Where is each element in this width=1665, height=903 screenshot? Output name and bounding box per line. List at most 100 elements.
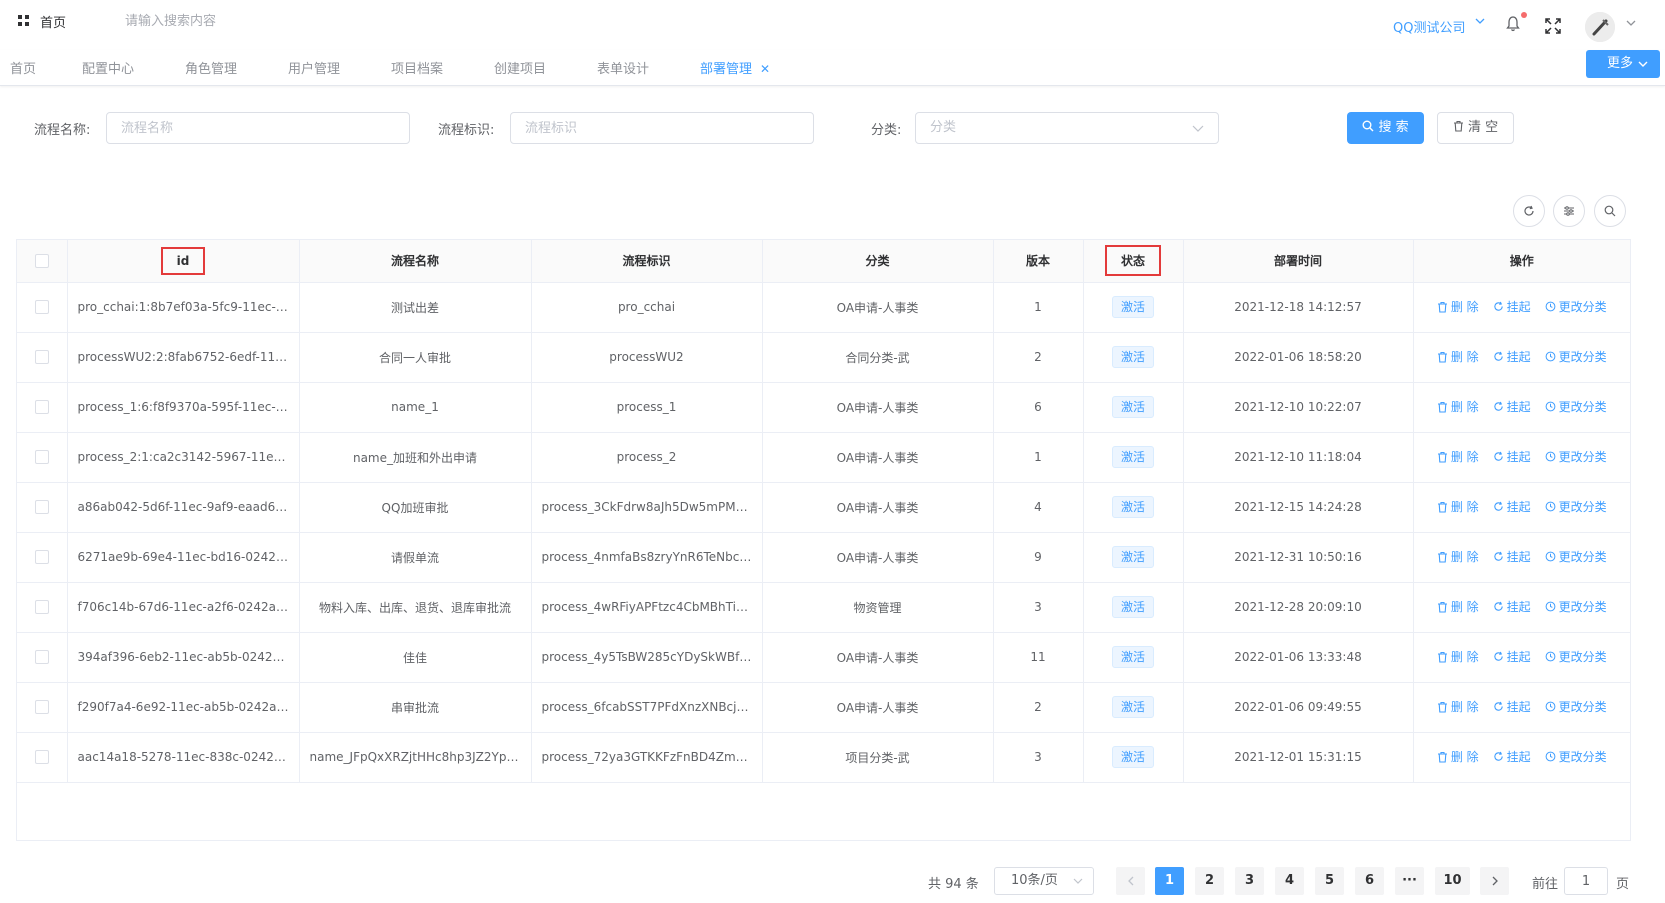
column-header-status[interactable]: 状态 (1083, 240, 1184, 283)
process-key-input[interactable] (510, 112, 814, 144)
refresh-icon (1493, 651, 1503, 661)
goto-page-input[interactable] (1564, 867, 1608, 895)
tab-form-design[interactable]: 表单设计 (597, 58, 649, 77)
cell-id: 394af396-6eb2-11ec-ab5b-0242ac... (67, 632, 300, 683)
suspend-button[interactable]: 挂起 (1493, 398, 1531, 415)
column-header-deploy-time[interactable]: 部署时间 (1183, 240, 1414, 283)
delete-button[interactable]: 删 除 (1437, 598, 1479, 615)
delete-button[interactable]: 删 除 (1437, 448, 1479, 465)
delete-button[interactable]: 删 除 (1437, 548, 1479, 565)
delete-button[interactable]: 删 除 (1437, 398, 1479, 415)
chevron-down-icon[interactable] (1475, 16, 1485, 29)
change-category-button[interactable]: 更改分类 (1545, 598, 1607, 615)
delete-button[interactable]: 删 除 (1437, 348, 1479, 365)
clock-icon (1545, 351, 1556, 362)
suspend-button[interactable]: 挂起 (1493, 698, 1531, 715)
home-title[interactable]: 首页 (40, 12, 66, 31)
suspend-button[interactable]: 挂起 (1493, 448, 1531, 465)
page-button-3[interactable]: 3 (1235, 867, 1264, 895)
column-header-category[interactable]: 分类 (762, 240, 994, 283)
change-category-button[interactable]: 更改分类 (1545, 648, 1607, 665)
row-checkbox[interactable] (34, 750, 49, 765)
page-button-4[interactable]: 4 (1275, 867, 1304, 895)
process-name-input[interactable] (106, 112, 410, 144)
change-category-button[interactable]: 更改分类 (1545, 748, 1607, 765)
category-select[interactable]: 分类 (915, 112, 1219, 144)
column-header-id[interactable]: id (67, 240, 300, 283)
cell-version: 2 (993, 682, 1084, 733)
tab-create-project[interactable]: 创建项目 (494, 58, 546, 77)
refresh-icon (1493, 301, 1503, 311)
tab-role-management[interactable]: 角色管理 (185, 58, 237, 77)
more-button[interactable]: 更多 (1586, 50, 1660, 78)
row-checkbox[interactable] (34, 450, 49, 465)
global-search-input[interactable] (125, 8, 345, 34)
cell-status: 激活 (1083, 632, 1184, 683)
page-button-2[interactable]: 2 (1195, 867, 1224, 895)
row-checkbox[interactable] (34, 700, 49, 715)
status-badge: 激活 (1111, 596, 1154, 618)
row-checkbox[interactable] (34, 300, 49, 315)
goto-suffix: 页 (1616, 877, 1630, 892)
toggle-search-button[interactable] (1594, 195, 1626, 227)
suspend-button[interactable]: 挂起 (1493, 498, 1531, 515)
column-header-name[interactable]: 流程名称 (299, 240, 532, 283)
row-checkbox[interactable] (34, 650, 49, 665)
column-header-actions: 操作 (1413, 240, 1630, 283)
change-category-button[interactable]: 更改分类 (1545, 448, 1607, 465)
tab-deploy-management[interactable]: 部署管理 ✕ (700, 58, 770, 77)
avatar[interactable] (1585, 12, 1615, 42)
page-button-1[interactable]: 1 (1155, 867, 1184, 895)
cell-name: name_加班和外出申请 (299, 432, 532, 483)
clear-button[interactable]: 清 空 (1437, 112, 1514, 144)
cell-key: process_3CkFdrw8aJh5Dw5mPME... (531, 482, 763, 533)
column-header-version[interactable]: 版本 (993, 240, 1084, 283)
next-page-button[interactable] (1480, 867, 1509, 895)
suspend-button[interactable]: 挂起 (1493, 348, 1531, 365)
row-checkbox[interactable] (34, 550, 49, 565)
delete-button[interactable]: 删 除 (1437, 698, 1479, 715)
row-checkbox[interactable] (34, 600, 49, 615)
row-checkbox[interactable] (34, 400, 49, 415)
page-button-10[interactable]: 10 (1435, 867, 1470, 895)
fullscreen-icon[interactable] (1545, 18, 1561, 34)
page-button-5[interactable]: 5 (1315, 867, 1344, 895)
suspend-button[interactable]: 挂起 (1493, 548, 1531, 565)
tab-user-management[interactable]: 用户管理 (288, 58, 340, 77)
tab-config-center[interactable]: 配置中心 (82, 58, 134, 77)
suspend-button[interactable]: 挂起 (1493, 598, 1531, 615)
company-selector[interactable]: QQ测试公司 (1393, 17, 1465, 36)
delete-button[interactable]: 删 除 (1437, 648, 1479, 665)
page-button-6[interactable]: 6 (1355, 867, 1384, 895)
column-header-label: id (176, 253, 190, 268)
tab-project-archive[interactable]: 项目档案 (391, 58, 443, 77)
change-category-button[interactable]: 更改分类 (1545, 298, 1607, 315)
refresh-button[interactable] (1513, 195, 1545, 227)
menu-grid-icon[interactable] (18, 15, 29, 26)
suspend-button[interactable]: 挂起 (1493, 748, 1531, 765)
column-settings-button[interactable] (1553, 195, 1585, 227)
suspend-button[interactable]: 挂起 (1493, 648, 1531, 665)
page-ellipsis[interactable]: ··· (1395, 867, 1424, 895)
close-icon[interactable]: ✕ (760, 62, 770, 76)
delete-button[interactable]: 删 除 (1437, 498, 1479, 515)
prev-page-button[interactable] (1116, 867, 1145, 895)
column-header-key[interactable]: 流程标识 (531, 240, 763, 283)
suspend-button[interactable]: 挂起 (1493, 298, 1531, 315)
change-category-button[interactable]: 更改分类 (1545, 548, 1607, 565)
delete-button[interactable]: 删 除 (1437, 298, 1479, 315)
page-size-select[interactable]: 10条/页 (994, 867, 1094, 895)
change-category-button[interactable]: 更改分类 (1545, 348, 1607, 365)
row-checkbox[interactable] (34, 500, 49, 515)
tab-home[interactable]: 首页 (10, 58, 36, 77)
change-category-button[interactable]: 更改分类 (1545, 498, 1607, 515)
chevron-down-icon[interactable] (1626, 18, 1636, 31)
row-checkbox[interactable] (34, 350, 49, 365)
change-category-button[interactable]: 更改分类 (1545, 698, 1607, 715)
bell-icon[interactable] (1506, 16, 1520, 32)
select-all-checkbox[interactable] (34, 254, 49, 268)
search-button[interactable]: 搜 索 (1347, 112, 1424, 144)
change-category-button[interactable]: 更改分类 (1545, 398, 1607, 415)
delete-button[interactable]: 删 除 (1437, 748, 1479, 765)
more-label: 更多 (1607, 56, 1634, 71)
